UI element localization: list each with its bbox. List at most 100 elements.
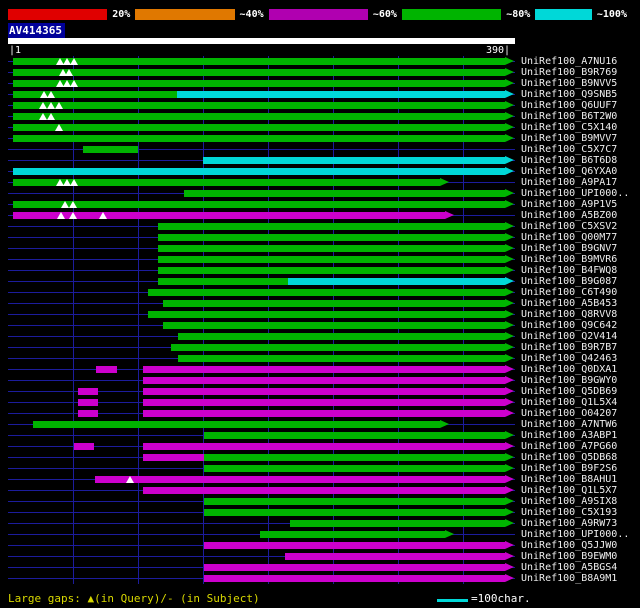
hit-label[interactable]: UniRef100_C5X7C7: [521, 144, 617, 155]
hsp-bar[interactable]: [143, 443, 505, 450]
hsp-bar[interactable]: [143, 388, 505, 395]
hsp-bar[interactable]: [204, 542, 505, 549]
hit-label[interactable]: UniRef100_Q00M77: [521, 232, 617, 243]
hsp-bar[interactable]: [157, 267, 505, 274]
hsp-bar[interactable]: [143, 377, 505, 384]
hit-label[interactable]: UniRef100_B9GWY0: [521, 375, 617, 386]
hit-label[interactable]: UniRef100_O04207: [521, 408, 617, 419]
hsp-bar[interactable]: [203, 157, 505, 164]
hsp-bar[interactable]: [13, 80, 505, 87]
hsp-bar[interactable]: [183, 190, 505, 197]
hsp-bar[interactable]: [13, 113, 505, 120]
hit-label[interactable]: UniRef100_Q5DB69: [521, 386, 617, 397]
hsp-bar[interactable]: [13, 124, 505, 131]
hsp-bar[interactable]: [204, 454, 505, 461]
hsp-bar[interactable]: [287, 278, 505, 285]
hsp-bar[interactable]: [143, 366, 505, 373]
hit-label[interactable]: UniRef100_Q42463: [521, 353, 617, 364]
hsp-bar[interactable]: [204, 575, 505, 582]
hit-label[interactable]: UniRef100_UPI000..: [521, 188, 629, 199]
hit-label[interactable]: UniRef100_A5BZ00: [521, 210, 617, 221]
hit-label[interactable]: UniRef100_UPI000..: [521, 529, 629, 540]
hsp-bar[interactable]: [162, 300, 505, 307]
hit-label[interactable]: UniRef100_B8A9M1: [521, 573, 617, 584]
hit-label[interactable]: UniRef100_B9R7B7: [521, 342, 617, 353]
hsp-bar[interactable]: [148, 289, 505, 296]
hsp-bar[interactable]: [204, 509, 505, 516]
hsp-bar[interactable]: [260, 531, 445, 538]
hsp-bar[interactable]: [32, 421, 440, 428]
hsp-bar[interactable]: [13, 168, 505, 175]
hsp-bar[interactable]: [178, 355, 505, 362]
hsp-bar[interactable]: [204, 498, 505, 505]
hit-label[interactable]: UniRef100_B9F2S6: [521, 463, 617, 474]
hsp-bar[interactable]: [284, 553, 505, 560]
hit-label[interactable]: UniRef100_B8AHU1: [521, 474, 617, 485]
hit-label[interactable]: UniRef100_A9RW73: [521, 518, 617, 529]
hit-label[interactable]: UniRef100_B9GNV7: [521, 243, 617, 254]
hit-label[interactable]: UniRef100_B9MVR6: [521, 254, 617, 265]
hit-label[interactable]: UniRef100_Q6UUF7: [521, 100, 617, 111]
hit-label[interactable]: UniRef100_Q1L5X7: [521, 485, 617, 496]
hit-label[interactable]: UniRef100_Q2V414: [521, 331, 617, 342]
hit-label[interactable]: UniRef100_C5XSV2: [521, 221, 617, 232]
hsp-bar[interactable]: [74, 443, 94, 450]
hsp-bar[interactable]: [143, 487, 505, 494]
hsp-bar[interactable]: [162, 322, 505, 329]
hit-label[interactable]: UniRef100_A7NU16: [521, 56, 617, 67]
hsp-bar[interactable]: [204, 564, 505, 571]
hsp-bar[interactable]: [13, 102, 505, 109]
hsp-bar[interactable]: [290, 520, 505, 527]
hsp-bar[interactable]: [157, 256, 505, 263]
hsp-bar[interactable]: [13, 212, 445, 219]
hsp-bar[interactable]: [13, 58, 505, 65]
hit-label[interactable]: UniRef100_C6T490: [521, 287, 617, 298]
hsp-bar[interactable]: [78, 388, 98, 395]
hsp-bar[interactable]: [78, 399, 98, 406]
hit-label[interactable]: UniRef100_Q6YXA0: [521, 166, 617, 177]
hit-label[interactable]: UniRef100_A9SIX8: [521, 496, 617, 507]
hit-label[interactable]: UniRef100_Q0DXA1: [521, 364, 617, 375]
hsp-bar[interactable]: [13, 201, 505, 208]
hit-label[interactable]: UniRef100_C5X193: [521, 507, 617, 518]
hsp-bar[interactable]: [78, 410, 98, 417]
hsp-bar[interactable]: [157, 278, 288, 285]
hsp-bar[interactable]: [204, 432, 505, 439]
hit-label[interactable]: UniRef100_Q8RVV8: [521, 309, 617, 320]
hit-label[interactable]: UniRef100_Q1L5X4: [521, 397, 617, 408]
hsp-bar[interactable]: [143, 454, 205, 461]
hit-label[interactable]: UniRef100_Q5DB68: [521, 452, 617, 463]
hsp-bar[interactable]: [157, 245, 505, 252]
hit-label[interactable]: UniRef100_A5B453: [521, 298, 617, 309]
hsp-bar[interactable]: [170, 344, 505, 351]
hit-label[interactable]: UniRef100_Q5JJW0: [521, 540, 617, 551]
hit-label[interactable]: UniRef100_A7NTW6: [521, 419, 617, 430]
hit-label[interactable]: UniRef100_C5X140: [521, 122, 617, 133]
hit-label[interactable]: UniRef100_B9EWM0: [521, 551, 617, 562]
hsp-bar[interactable]: [13, 135, 505, 142]
hsp-bar[interactable]: [204, 465, 505, 472]
hsp-bar[interactable]: [178, 333, 505, 340]
hit-label[interactable]: UniRef100_B9MVV7: [521, 133, 617, 144]
hsp-bar[interactable]: [13, 91, 177, 98]
hsp-bar[interactable]: [148, 311, 505, 318]
hit-label[interactable]: UniRef100_A3ABP1: [521, 430, 617, 441]
hsp-bar[interactable]: [143, 410, 505, 417]
hit-label[interactable]: UniRef100_B6T2W0: [521, 111, 617, 122]
hit-label[interactable]: UniRef100_A5BGS4: [521, 562, 617, 573]
hit-label[interactable]: UniRef100_B9R769: [521, 67, 617, 78]
hit-label[interactable]: UniRef100_B4FWQ8: [521, 265, 617, 276]
hsp-bar[interactable]: [83, 146, 138, 153]
hit-label[interactable]: UniRef100_Q9C642: [521, 320, 617, 331]
hsp-bar[interactable]: [177, 91, 505, 98]
hsp-bar[interactable]: [95, 476, 505, 483]
hsp-bar[interactable]: [157, 223, 505, 230]
hit-label[interactable]: UniRef100_A7PG60: [521, 441, 617, 452]
hsp-bar[interactable]: [13, 69, 505, 76]
hit-label[interactable]: UniRef100_A9P1V5: [521, 199, 617, 210]
hsp-bar[interactable]: [157, 234, 505, 241]
hit-label[interactable]: UniRef100_B9G087: [521, 276, 617, 287]
hsp-bar[interactable]: [143, 399, 505, 406]
hit-label[interactable]: UniRef100_B9NVV5: [521, 78, 617, 89]
hit-label[interactable]: UniRef100_A9PA17: [521, 177, 617, 188]
